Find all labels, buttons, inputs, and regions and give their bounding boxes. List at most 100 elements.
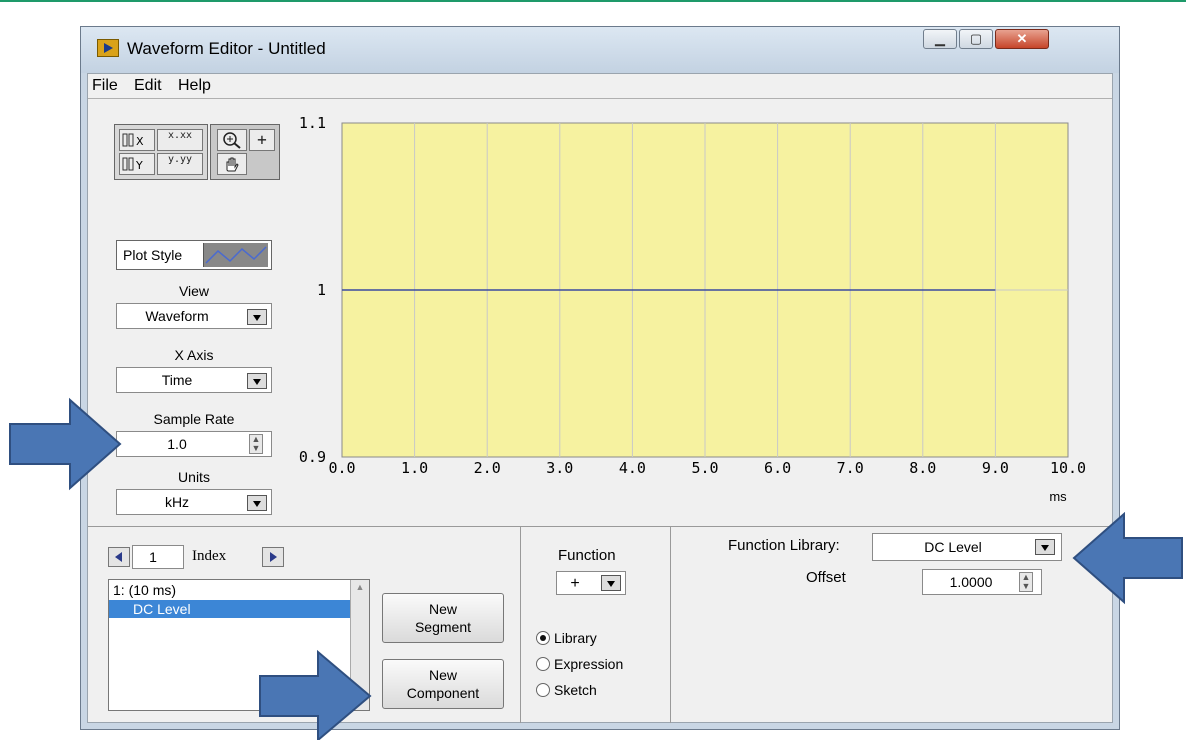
offset-input[interactable]: 1.0000 ▲ ▼	[922, 569, 1042, 595]
scroll-up-icon[interactable]: ▲	[353, 582, 367, 596]
cursor-crosshair-icon[interactable]: +	[249, 129, 275, 151]
x-tick-label: 9.0	[982, 459, 1009, 477]
chevron-down-icon[interactable]	[247, 309, 267, 325]
main-panel: X x.xx Y y.yy + Plot Style View Waveform	[88, 98, 1112, 527]
new-segment-line2: Segment	[414, 619, 472, 635]
y-tick-label: 1	[317, 281, 326, 299]
offset-label: Offset	[806, 569, 846, 586]
menu-file[interactable]: File	[92, 77, 118, 95]
new-component-line2: Component	[406, 685, 480, 701]
new-segment-button[interactable]: New Segment	[382, 593, 504, 643]
sample-rate-label: Sample Rate	[153, 411, 235, 427]
zoom-icon[interactable]	[217, 129, 247, 151]
x-tick-label: 4.0	[619, 459, 646, 477]
library-radio[interactable]	[536, 631, 550, 645]
view-dropdown[interactable]: Waveform	[116, 303, 272, 329]
view-label: View	[178, 283, 210, 299]
x-tick-label: 6.0	[764, 459, 791, 477]
sketch-radio[interactable]	[536, 683, 550, 697]
y-format-button[interactable]: y.yy	[157, 153, 203, 175]
offset-value: 1.0000	[949, 574, 993, 590]
x-tick-label: 2.0	[474, 459, 501, 477]
plot-style-preview-icon	[203, 243, 268, 267]
new-segment-line1: New	[428, 601, 457, 617]
x-format-label: x.xx	[167, 130, 193, 141]
x-axis-value: Time	[161, 372, 193, 388]
window-title: Waveform Editor - Untitled	[127, 39, 326, 58]
expression-radio[interactable]	[536, 657, 550, 671]
svg-text:Y: Y	[135, 159, 143, 172]
x-tick-label: 10.0	[1050, 459, 1086, 477]
function-operator-dropdown[interactable]: +	[556, 571, 626, 595]
function-label: Function	[558, 547, 616, 564]
chevron-down-icon[interactable]	[1035, 539, 1055, 555]
y-tick-label: 0.9	[299, 448, 326, 466]
top-accent-line	[0, 0, 1186, 2]
index-label: Index	[192, 548, 227, 564]
close-button[interactable]: ✕	[995, 29, 1049, 49]
units-value: kHz	[164, 494, 190, 510]
plot-style-label: Plot Style	[123, 247, 183, 263]
client-area: File Edit Help X x.xx Y y.yy + Plot Styl…	[87, 73, 1113, 723]
divider	[520, 527, 521, 723]
maximize-button[interactable]: ▢	[959, 29, 993, 49]
index-decrement-button[interactable]	[108, 547, 130, 567]
x-axis-dropdown[interactable]: Time	[116, 367, 272, 393]
arrow-pointing-right-units	[9, 397, 122, 491]
chevron-down-icon[interactable]	[247, 495, 267, 511]
function-library-value: DC Level	[924, 539, 982, 555]
x-tick-label: 0.0	[328, 459, 355, 477]
library-radio-label: Library	[554, 630, 597, 646]
graph-svg: 0.0 1.0 2.0 3.0 4.0 5.0 6.0 7.0 8.0 9.0 10.0 1.1 1 0.…	[299, 114, 1086, 504]
app-icon	[97, 39, 119, 57]
view-value: Waveform	[145, 308, 209, 324]
menu-edit[interactable]: Edit	[134, 77, 162, 95]
index-input[interactable]: 1	[132, 545, 184, 569]
sample-rate-input[interactable]: 1.0 ▲ ▼	[116, 431, 272, 457]
chevron-down-icon[interactable]	[247, 373, 267, 389]
sample-rate-value: 1.0	[167, 436, 187, 452]
x-tick-label: 1.0	[401, 459, 428, 477]
index-increment-button[interactable]	[262, 547, 284, 567]
units-dropdown[interactable]: kHz	[116, 489, 272, 515]
index-value: 1	[149, 549, 157, 565]
x-tick-label: 5.0	[691, 459, 718, 477]
x-tick-label: 7.0	[837, 459, 864, 477]
menu-help[interactable]: Help	[178, 77, 211, 95]
title-bar: Waveform Editor - Untitled ▁ ▢ ✕	[81, 27, 1119, 73]
y-format-label: y.yy	[167, 154, 193, 165]
x-format-button[interactable]: x.xx	[157, 129, 203, 151]
expression-radio-label: Expression	[554, 656, 624, 672]
waveform-graph[interactable]: 0.0 1.0 2.0 3.0 4.0 5.0 6.0 7.0 8.0 9.0 10.0 1.1 1 0.…	[288, 99, 1108, 527]
x-axis-label: X Axis	[174, 347, 214, 363]
x-tick-label: 8.0	[909, 459, 936, 477]
function-library-dropdown[interactable]: DC Level	[872, 533, 1062, 561]
spinner-icon[interactable]: ▲ ▼	[249, 434, 263, 454]
waveform-editor-window: Waveform Editor - Untitled ▁ ▢ ✕ File Ed…	[80, 26, 1120, 730]
segment-header[interactable]: 1: (10 ms)	[113, 582, 176, 598]
arrow-pointing-right-new-component	[259, 649, 372, 740]
x-scale-lock-icon[interactable]: X	[119, 129, 155, 151]
plot-style-control[interactable]: Plot Style	[116, 240, 272, 270]
y-scale-lock-icon[interactable]: Y	[119, 153, 155, 175]
function-library-label: Function Library:	[728, 537, 840, 554]
function-operator-value: +	[570, 575, 580, 592]
sketch-radio-label: Sketch	[554, 682, 597, 698]
y-tick-label: 1.1	[299, 114, 326, 132]
minimize-button[interactable]: ▁	[923, 29, 957, 49]
chevron-down-icon[interactable]	[601, 575, 621, 591]
divider	[670, 527, 671, 723]
spinner-icon[interactable]: ▲ ▼	[1019, 572, 1033, 592]
x-tick-label: 3.0	[546, 459, 573, 477]
pan-hand-icon[interactable]	[217, 153, 247, 175]
arrow-pointing-left-function-library	[1072, 512, 1183, 605]
new-component-button[interactable]: New Component	[382, 659, 504, 709]
scale-format-palette: X x.xx Y y.yy	[114, 124, 208, 180]
segment-panel: 1 Index 1: (10 ms) DC Level ▲ New Segmen…	[88, 526, 1112, 723]
x-unit-label: ms	[1049, 489, 1067, 504]
svg-text:X: X	[136, 135, 144, 148]
graph-tools-palette: +	[210, 124, 280, 180]
list-item-selected[interactable]: DC Level	[109, 600, 352, 618]
units-label: Units	[178, 469, 210, 485]
new-component-line1: New	[428, 667, 457, 683]
